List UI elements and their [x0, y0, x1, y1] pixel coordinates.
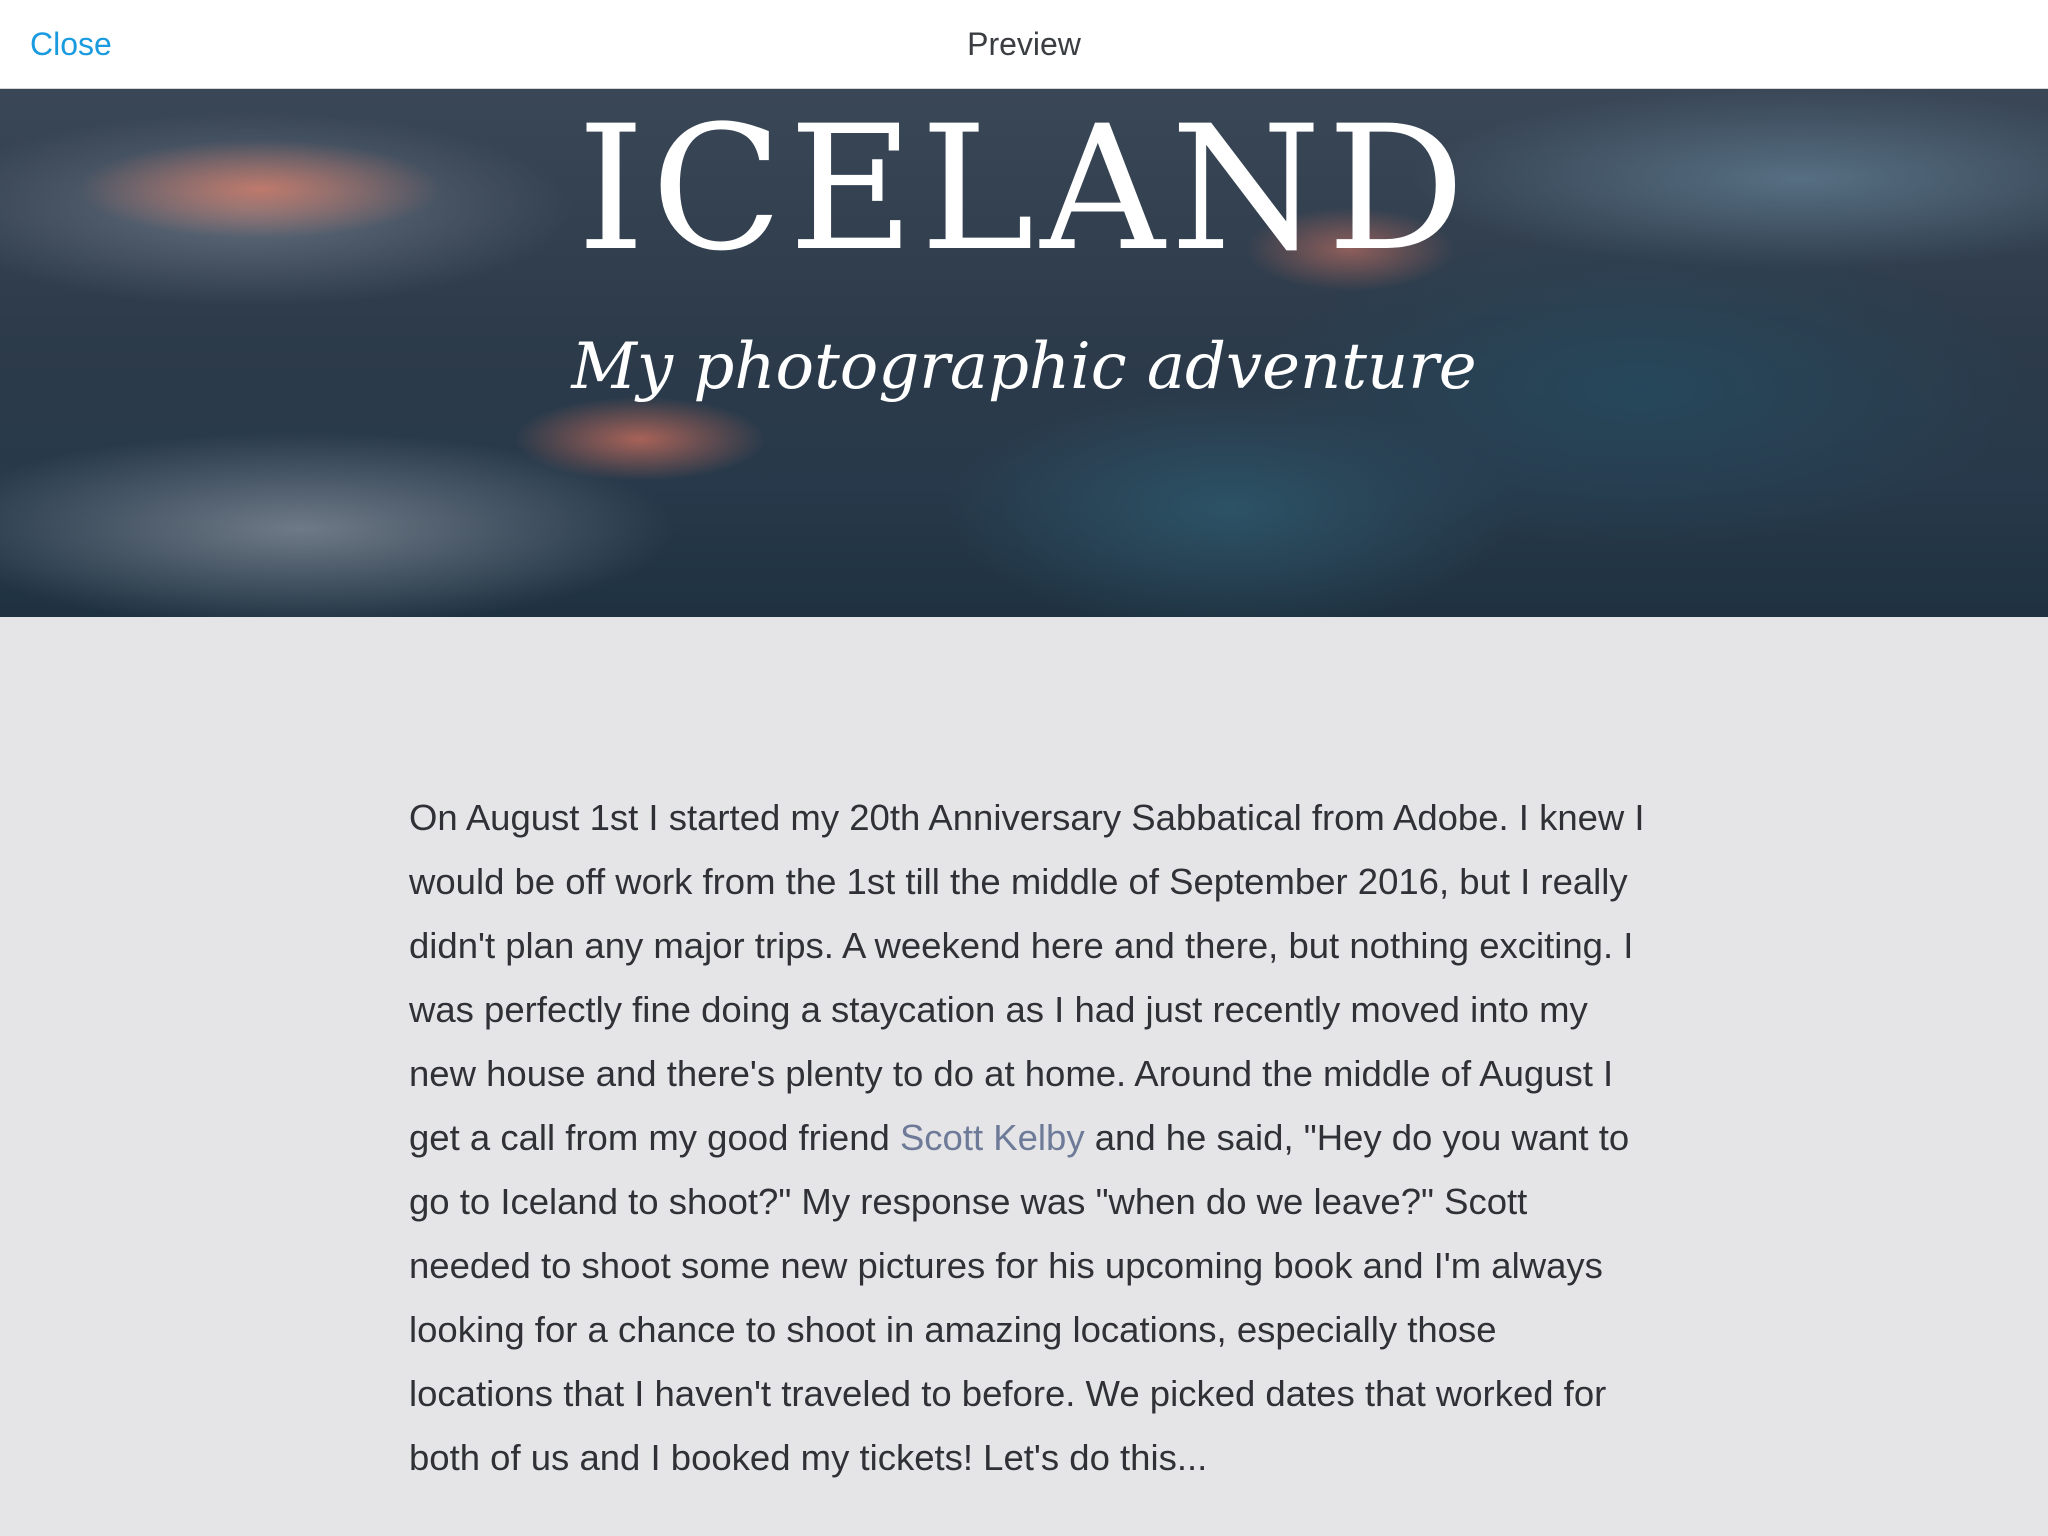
article-text-after-link: and he said, "Hey do you want to go to I…	[409, 1117, 1630, 1478]
hero-subtitle: My photographic adventure	[571, 330, 1477, 404]
hero-banner-image: ICELAND My photographic adventure	[0, 89, 2048, 617]
article-paragraph: On August 1st I started my 20th Annivers…	[409, 786, 1645, 1490]
hero-title: ICELAND	[577, 89, 1471, 289]
scott-kelby-link[interactable]: Scott Kelby	[900, 1117, 1085, 1158]
top-bar: Close Preview	[0, 0, 2048, 89]
page-title: Preview	[967, 26, 1081, 62]
article-text-before-link: On August 1st I started my 20th Annivers…	[409, 797, 1645, 1158]
